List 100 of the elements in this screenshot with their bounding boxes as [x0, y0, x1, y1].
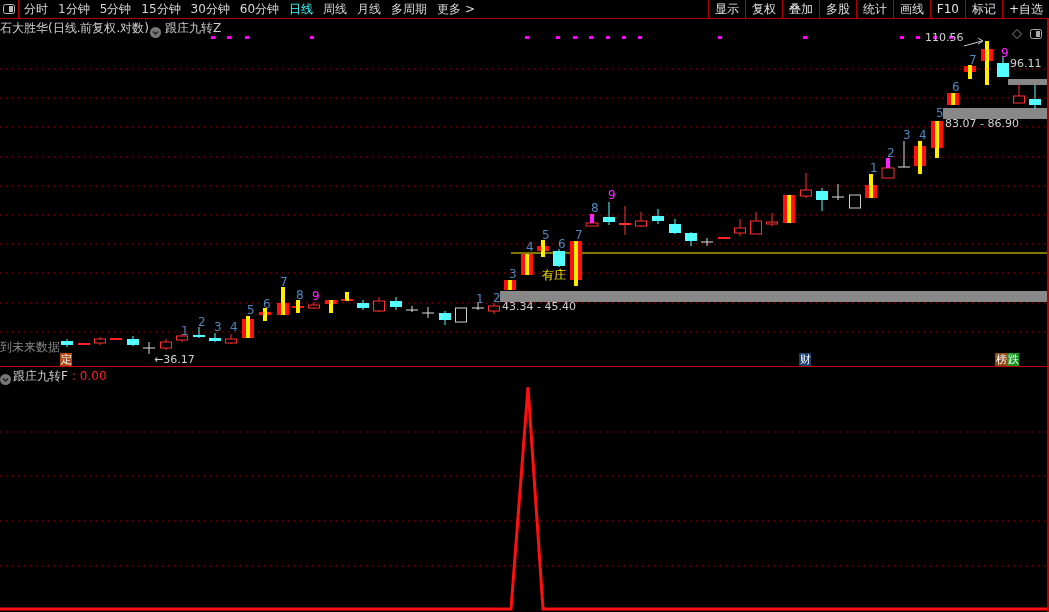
candlestick — [603, 201, 615, 226]
toolbar-button[interactable]: 统计 — [855, 0, 893, 18]
count-label: 4 — [526, 241, 534, 253]
event-badge[interactable]: 榜 — [995, 353, 1007, 366]
candlestick — [685, 231, 697, 247]
period-tab[interactable]: 分时 — [19, 0, 53, 18]
panel-toggle-icon[interactable] — [0, 0, 19, 18]
candlestick — [947, 93, 959, 105]
candlestick — [176, 333, 188, 343]
indicator-name: 跟庄九转F — [13, 370, 68, 382]
count-label: 7 — [969, 54, 977, 66]
count-label: 1 — [181, 325, 189, 337]
warning-text: 到未来数据 — [0, 341, 60, 353]
candlestick — [849, 194, 861, 209]
indicator-value: : 0.00 — [72, 370, 107, 382]
count-label: 3 — [214, 321, 222, 333]
candlestick — [471, 301, 485, 311]
period-tab[interactable]: 15分钟 — [136, 0, 186, 18]
candlestick — [816, 187, 828, 212]
count-label: 6 — [263, 298, 271, 310]
candlestick — [390, 296, 402, 311]
candlestick — [504, 280, 516, 290]
count-label: 7 — [280, 276, 288, 288]
period-tab[interactable]: 1分钟 — [53, 0, 95, 18]
candlestick — [521, 254, 533, 275]
period-tab[interactable]: 5分钟 — [94, 0, 137, 18]
period-tab[interactable]: 月线 — [352, 0, 387, 18]
candlestick — [881, 158, 895, 179]
toolbar-button[interactable]: 画线 — [892, 0, 930, 18]
count-label: 5 — [247, 304, 255, 316]
period-tab[interactable]: 周线 — [318, 0, 353, 18]
count-label: 9 — [312, 290, 320, 302]
count-label: 6 — [952, 81, 960, 93]
candlestick — [635, 211, 647, 228]
toolbar-button[interactable]: 多股 — [818, 0, 856, 18]
toolbar-button[interactable]: 标记 — [964, 0, 1002, 18]
candlestick — [341, 292, 353, 301]
price-label: 43.34 - 45.40 — [502, 301, 576, 312]
candlestick — [652, 208, 664, 225]
candlestick — [78, 343, 90, 345]
candlestick — [700, 237, 714, 247]
candlestick — [357, 299, 369, 311]
price-label: ←36.17 — [154, 354, 195, 365]
event-badge[interactable]: 定 — [60, 353, 72, 366]
period-tab[interactable]: 日线 — [284, 0, 319, 18]
period-tab[interactable]: 更多 > — [432, 0, 480, 18]
toolbar-button[interactable]: 复权 — [744, 0, 782, 18]
period-tab[interactable]: 30分钟 — [185, 0, 235, 18]
price-label: 96.11 — [1010, 58, 1042, 69]
candlestick — [831, 183, 845, 201]
chart-title: 石大胜华(日线.前复权.对数) — [0, 22, 149, 34]
toolbar-button[interactable]: F10 — [929, 0, 965, 18]
event-badge[interactable]: 跌 — [1007, 353, 1019, 366]
count-label: 4 — [919, 129, 927, 141]
candlestick — [405, 305, 419, 313]
candlestick — [750, 211, 762, 235]
count-label: 3 — [509, 268, 517, 280]
candlestick — [618, 205, 632, 236]
candlestick — [439, 310, 451, 326]
period-tab[interactable]: 多周期 — [386, 0, 433, 18]
count-label: 1 — [476, 293, 484, 305]
period-tab[interactable]: 60分钟 — [234, 0, 285, 18]
candlestick — [766, 212, 778, 227]
count-label: 1 — [870, 162, 878, 174]
toolbar-button[interactable]: 叠加 — [781, 0, 819, 18]
candlestick — [325, 300, 337, 313]
toolbar-button[interactable]: +自选 — [1001, 0, 1049, 18]
candlestick — [292, 300, 304, 313]
candlestick — [997, 55, 1009, 78]
candlestick — [242, 316, 254, 338]
count-label: 9 — [608, 189, 616, 201]
count-label: 5 — [542, 229, 550, 241]
indicator-name: 跟庄九转Z — [165, 22, 222, 34]
candlestick — [914, 141, 926, 174]
candlestick — [537, 240, 549, 257]
candlestick — [1029, 84, 1041, 110]
candlestick — [110, 338, 122, 340]
event-badge[interactable]: 财 — [799, 353, 811, 366]
candlestick — [142, 341, 156, 355]
candlestick — [981, 41, 993, 85]
candlestick — [277, 287, 289, 315]
candlestick — [800, 172, 812, 199]
count-label: 7 — [575, 229, 583, 241]
candlestick — [865, 174, 877, 198]
candlestick — [488, 302, 500, 315]
count-label: 8 — [296, 289, 304, 301]
candlestick — [259, 308, 271, 321]
toolbar-button[interactable]: 显示 — [707, 0, 745, 18]
price-label: 83.07 - 86.90 — [945, 118, 1019, 129]
candlestick — [160, 338, 172, 351]
candlestick — [570, 241, 582, 286]
candlestick — [783, 195, 795, 223]
candlestick — [225, 333, 237, 345]
candlestick — [718, 237, 730, 239]
candlestick — [553, 248, 565, 268]
count-label: 5 — [936, 107, 944, 119]
candlestick — [585, 214, 599, 227]
count-label: 9 — [1001, 47, 1009, 59]
count-label: 8 — [591, 202, 599, 214]
candlestick — [1013, 83, 1025, 104]
